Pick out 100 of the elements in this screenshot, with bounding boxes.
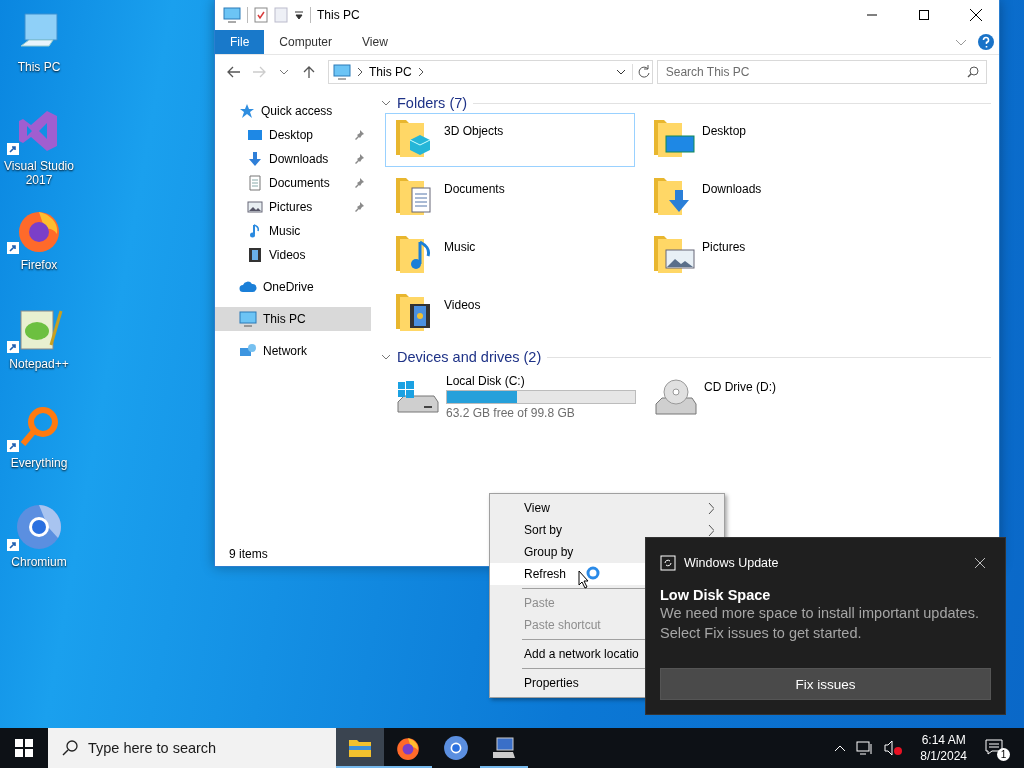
nav-item-label: This PC	[263, 312, 307, 326]
nav-item[interactable]: Pictures	[215, 195, 371, 219]
folder-name: Desktop	[702, 123, 747, 140]
status-bar-text: 9 items	[229, 547, 268, 561]
nav-item[interactable]: Quick access	[215, 99, 371, 123]
document-icon	[247, 175, 263, 191]
nav-item-label: Network	[263, 344, 308, 358]
nav-item[interactable]: Documents	[215, 171, 371, 195]
nav-item-label: Documents	[269, 176, 331, 190]
monitor-icon	[247, 127, 263, 143]
film-icon	[247, 247, 263, 263]
computer-icon	[223, 7, 241, 23]
drive-tile[interactable]: Local Disk (C:) 63.2 GB free of 99.8 GB	[385, 367, 635, 425]
folder-tile[interactable]: Documents	[385, 171, 635, 225]
menu-item[interactable]: Sort by	[490, 519, 724, 541]
folder-tile[interactable]: Pictures	[643, 229, 893, 283]
computer-icon	[239, 311, 257, 327]
network-icon	[239, 343, 257, 359]
search-field[interactable]: Search This PC	[656, 60, 987, 84]
folder-name: Videos	[444, 297, 481, 314]
search-icon	[967, 66, 979, 78]
ribbon-tab[interactable]: View	[347, 30, 403, 54]
folder-name: Documents	[444, 181, 505, 198]
folder-tile[interactable]: 3D Objects	[385, 113, 635, 167]
folder-name: Pictures	[702, 239, 746, 256]
fix-issues-button[interactable]: Fix issues	[660, 668, 991, 700]
folder-icon	[348, 737, 372, 759]
computer-icon	[333, 64, 351, 80]
toast-message: We need more space to install important updates.	[660, 604, 980, 623]
forward-arrow-icon	[251, 66, 266, 78]
drive-name: Local Disk (C:)	[446, 374, 526, 388]
checkmark-document-icon[interactable]	[254, 7, 268, 23]
caret-icon[interactable]	[294, 10, 304, 20]
chevron-up-icon[interactable]	[834, 744, 847, 752]
menu-item[interactable]: View	[490, 497, 724, 519]
speech-bubble-icon	[985, 739, 1003, 755]
search-field[interactable]: Type here to search	[48, 728, 336, 768]
ring-icon	[15, 503, 63, 551]
folder-tile[interactable]: Downloads	[643, 171, 893, 225]
nav-item-label: Pictures	[269, 200, 314, 214]
nav-item-label: Desktop	[269, 128, 315, 142]
pin-icon[interactable]	[353, 177, 365, 189]
windows-logo-icon	[15, 739, 33, 757]
nav-item-label: OneDrive	[263, 280, 315, 294]
close-icon	[970, 9, 982, 21]
group-heading: Folders (7)	[397, 95, 468, 111]
clock[interactable]: 6:14 AM 8/1/2024	[920, 732, 967, 764]
folder-tile[interactable]: Videos	[385, 287, 635, 341]
nav-item[interactable]: Desktop	[215, 123, 371, 147]
desktop-icon-label[interactable]: This PC	[1, 60, 77, 74]
group-heading: Devices and drives (2)	[397, 349, 542, 365]
drive-tile[interactable]: CD Drive (D:)	[643, 367, 893, 425]
nav-item[interactable]: Network	[215, 339, 371, 363]
computer-settings-icon	[491, 736, 517, 760]
pin-icon[interactable]	[353, 153, 365, 165]
nav-item[interactable]: Videos	[215, 243, 371, 267]
close-icon	[975, 558, 985, 568]
taskbar-app-button[interactable]	[336, 728, 384, 768]
star-icon	[239, 103, 255, 119]
folder-tile[interactable]: Desktop	[643, 113, 893, 167]
pin-icon[interactable]	[353, 201, 365, 213]
folder-name: Downloads	[702, 181, 762, 198]
folder-tile[interactable]: Music	[385, 229, 635, 283]
back-arrow-icon	[226, 66, 241, 78]
nav-item-label: Quick access	[261, 104, 334, 118]
ribbon-tab[interactable]: File	[215, 30, 265, 54]
address-bar[interactable]: This PC	[328, 60, 653, 84]
window-title: This PC	[317, 8, 361, 22]
toast-title: Low Disk Space	[660, 587, 772, 603]
refresh-icon[interactable]	[631, 64, 652, 80]
update-icon	[660, 555, 676, 571]
clock-date: 8/1/2024	[920, 748, 967, 764]
nav-item-label: Music	[269, 224, 302, 238]
nav-item[interactable]: OneDrive	[215, 275, 371, 299]
maximize-icon	[919, 10, 929, 20]
toast-message: Select Fix issues to get started.	[660, 624, 863, 643]
ring-icon	[443, 735, 469, 761]
nav-item[interactable]: This PC	[215, 307, 371, 331]
up-arrow-icon	[303, 65, 316, 79]
free-space: 63.2 GB free of 99.8 GB	[446, 406, 576, 420]
network-icon[interactable]	[856, 740, 875, 756]
nav-item[interactable]: Downloads	[215, 147, 371, 171]
nav-item[interactable]: Music	[215, 219, 371, 243]
drive-name: CD Drive (D:)	[704, 379, 776, 394]
optical-drive-icon	[652, 378, 698, 418]
address-path: This PC	[369, 65, 412, 79]
pin-icon[interactable]	[353, 129, 365, 141]
down-arrow-icon	[247, 151, 263, 167]
nav-item-label: Videos	[269, 248, 307, 262]
notification-count: 1	[997, 748, 1010, 761]
chevron-down-icon[interactable]	[615, 68, 626, 76]
muted-speaker-icon[interactable]	[884, 740, 903, 756]
chevron-right-icon	[417, 68, 424, 76]
clock-time: 6:14 AM	[921, 732, 966, 748]
folder-name: 3D Objects	[444, 123, 504, 140]
folder-name: Music	[444, 239, 476, 256]
notification-button[interactable]: 1	[985, 735, 1010, 761]
chevron-down-icon	[280, 69, 289, 75]
ribbon-tab[interactable]: Computer	[264, 30, 348, 54]
fox-globe-icon	[395, 735, 421, 761]
